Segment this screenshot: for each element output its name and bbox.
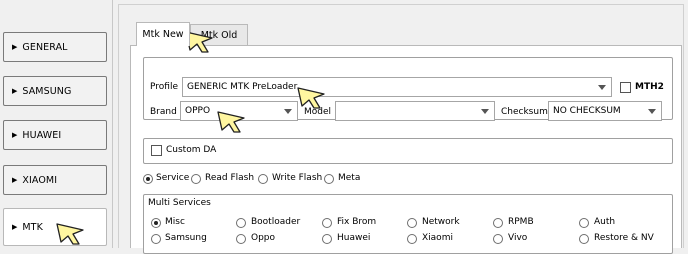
model-label: Model xyxy=(304,107,332,117)
multi-services-group: Multi Services Misc Bootloader Fix Brom … xyxy=(143,194,673,254)
mode-read-flash-radio[interactable] xyxy=(191,174,201,184)
mth2-checkbox[interactable] xyxy=(620,82,631,93)
service-restore-nv-label: Restore & NV xyxy=(594,233,654,243)
mode-service-radio[interactable] xyxy=(143,174,153,184)
mode-meta-radio[interactable] xyxy=(324,174,334,184)
play-arrow-icon: ▶ xyxy=(12,176,18,184)
service-huawei-radio[interactable] xyxy=(322,234,332,244)
mode-write-flash-radio[interactable] xyxy=(258,174,268,184)
service-vivo-label: Vivo xyxy=(508,233,528,243)
custom-da-group: Custom DA xyxy=(143,138,673,164)
sidebar-item-xiaomi[interactable]: ▶ XIAOMI xyxy=(3,165,107,195)
service-auth-label: Auth xyxy=(594,217,616,227)
sidebar-item-label: XIAOMI xyxy=(22,174,58,186)
service-misc-label: Misc xyxy=(165,217,185,227)
play-arrow-icon: ▶ xyxy=(12,87,18,95)
multi-services-title: Multi Services xyxy=(148,198,211,208)
tab-mtk-new[interactable]: Mtk New xyxy=(136,22,190,46)
sidebar-item-label: GENERAL xyxy=(22,41,68,53)
brand-value: OPPO xyxy=(185,106,211,116)
mode-write-flash-label: Write Flash xyxy=(272,173,323,183)
profile-value: GENERIC MTK PreLoader xyxy=(187,82,298,92)
checksum-value: NO CHECKSUM xyxy=(553,106,621,116)
service-bootloader-label: Bootloader xyxy=(251,217,301,227)
play-arrow-icon: ▶ xyxy=(12,43,18,51)
tab-label: Mtk Old xyxy=(200,30,238,41)
sidebar-item-huawei[interactable]: ▶ HUAWEI xyxy=(3,120,107,150)
profile-select[interactable]: GENERIC MTK PreLoader xyxy=(182,77,612,97)
service-fix-brom-label: Fix Brom xyxy=(337,217,377,227)
tab-mtk-old[interactable]: Mtk Old xyxy=(190,24,248,46)
brand-select[interactable]: OPPO xyxy=(180,101,298,121)
service-vivo-radio[interactable] xyxy=(493,234,503,244)
service-misc-radio[interactable] xyxy=(151,218,161,228)
chevron-down-icon xyxy=(598,85,606,90)
play-arrow-icon: ▶ xyxy=(12,223,18,231)
service-oppo-label: Oppo xyxy=(251,233,276,243)
chevron-down-icon xyxy=(284,109,292,114)
service-network-label: Network xyxy=(422,217,460,227)
tab-content: Profile GENERIC MTK PreLoader MTH2 Brand… xyxy=(130,45,682,254)
service-network-radio[interactable] xyxy=(407,218,417,228)
mth2-label: MTH2 xyxy=(635,82,664,92)
mode-meta-label: Meta xyxy=(338,173,361,183)
sidebar-item-label: HUAWEI xyxy=(22,129,62,141)
service-restore-nv-radio[interactable] xyxy=(579,234,589,244)
checksum-select[interactable]: NO CHECKSUM xyxy=(548,101,662,121)
service-xiaomi-radio[interactable] xyxy=(407,234,417,244)
sidebar-item-label: MTK xyxy=(22,221,43,233)
service-samsung-radio[interactable] xyxy=(151,234,161,244)
sidebar-item-mtk[interactable]: ▶ MTK xyxy=(3,208,107,246)
device-settings-group: Profile GENERIC MTK PreLoader MTH2 Brand… xyxy=(143,57,673,121)
tab-label: Mtk New xyxy=(142,29,184,40)
sidebar-item-general[interactable]: ▶ GENERAL xyxy=(3,32,107,62)
service-rpmb-radio[interactable] xyxy=(493,218,503,228)
chevron-down-icon xyxy=(648,109,656,114)
mode-service-label: Service xyxy=(156,173,190,183)
service-rpmb-label: RPMB xyxy=(508,217,534,227)
brand-label: Brand xyxy=(150,107,177,117)
service-huawei-label: Huawei xyxy=(337,233,371,243)
brand-sidebar: ▶ GENERAL ▶ SAMSUNG ▶ HUAWEI ▶ XIAOMI ▶ … xyxy=(0,0,112,248)
main-panel: Mtk New Mtk Old Profile GENERIC MTK PreL… xyxy=(118,0,688,254)
mode-read-flash-label: Read Flash xyxy=(205,173,255,183)
service-samsung-label: Samsung xyxy=(165,233,207,243)
sidebar-item-label: SAMSUNG xyxy=(22,85,72,97)
checksum-label: Checksum xyxy=(501,107,548,117)
service-fix-brom-radio[interactable] xyxy=(322,218,332,228)
play-arrow-icon: ▶ xyxy=(12,131,18,139)
custom-da-checkbox[interactable] xyxy=(151,145,162,156)
service-bootloader-radio[interactable] xyxy=(236,218,246,228)
sidebar-item-samsung[interactable]: ▶ SAMSUNG xyxy=(3,76,107,106)
custom-da-label: Custom DA xyxy=(166,145,217,155)
service-auth-radio[interactable] xyxy=(579,218,589,228)
model-select[interactable] xyxy=(335,101,495,121)
chevron-down-icon xyxy=(481,109,489,114)
profile-label: Profile xyxy=(150,82,178,92)
sidebar-divider xyxy=(112,0,113,248)
service-xiaomi-label: Xiaomi xyxy=(422,233,453,243)
service-oppo-radio[interactable] xyxy=(236,234,246,244)
